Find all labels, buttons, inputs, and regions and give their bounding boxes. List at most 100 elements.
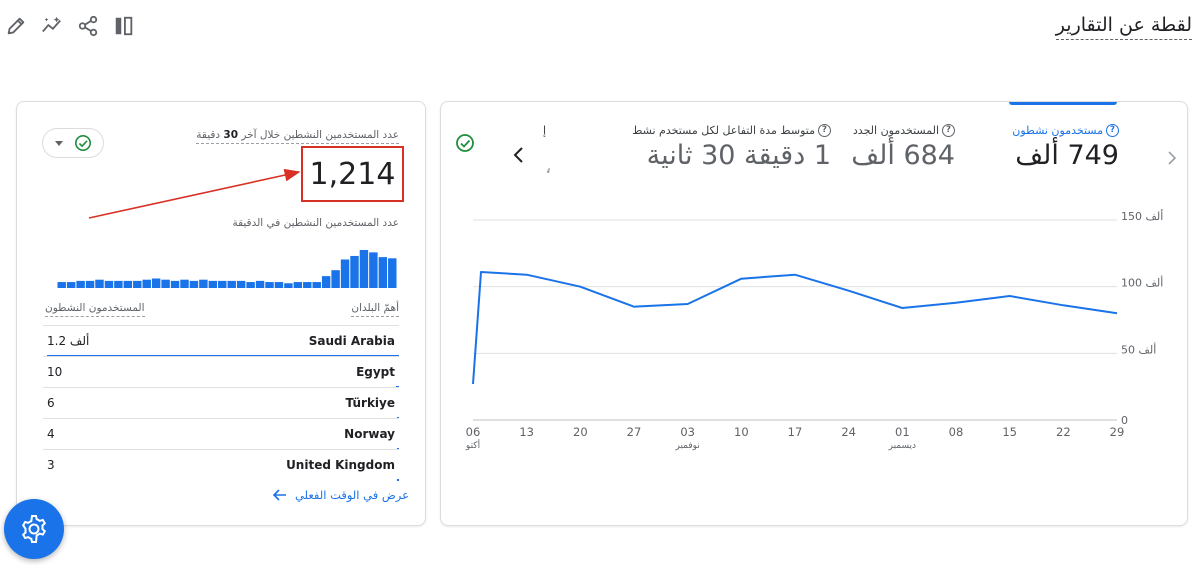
metric-value: 1 دقيقة 30 ثانية <box>646 140 831 171</box>
per-minute-bar <box>255 280 265 288</box>
annotation-arrow <box>88 168 301 219</box>
metric-new-users[interactable]: ? المستخدمون الجدد 684 ألف <box>851 124 955 171</box>
per-minute-bar <box>284 283 293 288</box>
country-row[interactable]: 6 Türkiye <box>43 387 399 419</box>
x-tick-label: 10 <box>734 425 749 439</box>
per-minute-bar <box>359 250 369 288</box>
per-minute-bar <box>312 282 321 288</box>
x-month-label: أكتو <box>465 439 480 451</box>
edit-button[interactable] <box>2 12 30 40</box>
per-minute-label: عدد المستخدمين النشطين في الدقيقة <box>232 217 399 229</box>
country-name: Egypt <box>356 365 395 379</box>
y-tick-label: 150 ألف <box>1121 209 1163 223</box>
metric-active-users[interactable]: ? مستخدمون نشطون 749 ألف <box>1012 124 1119 171</box>
x-tick-label: 27 <box>627 425 642 439</box>
series-line-active-users <box>472 271 1118 385</box>
country-active-users: 4 <box>47 427 55 441</box>
metric-engagement-time[interactable]: ? متوسط مدة التفاعل لكل مستخدم نشط 1 دقيق… <box>632 124 831 171</box>
x-tick-label: 06 <box>466 425 481 439</box>
share-icon <box>78 15 98 37</box>
per-minute-bar <box>321 276 331 288</box>
arrow-left-icon <box>272 489 286 501</box>
per-minute-bar <box>95 279 104 288</box>
realtime-label: عدد المستخدمين النشطين خلال آخر 30 دقيقة <box>196 129 399 144</box>
per-minute-bar <box>388 258 397 288</box>
chevron-right-icon <box>1168 151 1177 165</box>
per-minute-bar <box>57 282 66 288</box>
realtime-value-highlight: 1,214 <box>301 146 404 202</box>
per-minute-bar <box>85 280 95 288</box>
active-tab-indicator <box>1009 102 1117 105</box>
country-name: Norway <box>344 427 395 441</box>
per-minute-bar <box>293 282 303 288</box>
realtime-card: عدد المستخدمين النشطين خلال آخر 30 دقيقة… <box>16 101 426 526</box>
per-minute-bar <box>76 280 85 288</box>
edit-icon <box>7 17 25 35</box>
x-tick-label: 13 <box>519 425 534 439</box>
per-minute-bar <box>151 278 161 288</box>
per-minute-bar <box>218 280 227 288</box>
insights-button[interactable] <box>38 12 66 40</box>
y-tick-label: 100 ألف <box>1121 276 1163 290</box>
per-minute-bar <box>303 282 312 288</box>
per-minute-bar <box>350 255 359 288</box>
active-users-line-chart: 150 ألف100 ألف50 ألف006 13 20 27 03 10 17 24 01 0… <box>465 209 1163 451</box>
per-minute-bar <box>331 270 340 288</box>
per-minute-bar <box>114 280 123 288</box>
x-tick-label: 17 <box>788 425 803 439</box>
per-minute-bar <box>265 282 274 288</box>
per-minute-bar <box>189 280 199 288</box>
metric-value: 684 ألف <box>851 140 955 171</box>
country-row[interactable]: 10 Egypt <box>43 356 399 388</box>
realtime-value: 1,214 <box>309 156 396 192</box>
per-minute-bar <box>227 280 236 288</box>
status-dropdown[interactable] <box>42 128 104 158</box>
per-minute-bar <box>274 282 284 288</box>
help-icon[interactable]: ? <box>942 124 955 137</box>
insights-icon <box>42 16 61 33</box>
x-month-label: ديسمبر <box>888 441 916 451</box>
country-row[interactable]: 1.2 ألف Saudi Arabia <box>43 325 399 357</box>
x-month-label: نوفمبر <box>674 441 699 451</box>
scroll-left-button[interactable] <box>513 144 525 168</box>
scroll-right-button[interactable] <box>1167 146 1177 170</box>
per-minute-bar <box>236 280 246 288</box>
per-minute-bar <box>142 279 151 288</box>
x-tick-label: 20 <box>573 425 588 439</box>
settings-sparkle-icon <box>21 515 47 543</box>
country-row[interactable]: 4 Norway <box>43 418 399 450</box>
country-name: United Kingdom <box>286 458 395 472</box>
chevron-left-icon <box>513 147 523 163</box>
x-tick-label: 29 <box>1110 425 1125 439</box>
header-country: أهمّ البلدان <box>351 302 399 317</box>
per-minute-bar <box>369 252 378 288</box>
help-icon[interactable]: ? <box>818 124 831 137</box>
per-minute-bar-chart <box>57 250 397 288</box>
status-check[interactable] <box>455 133 475 157</box>
metric-value: 749 ألف <box>1015 140 1119 171</box>
per-minute-bar <box>133 280 142 288</box>
overview-card: إ ، ? متوسط مدة التفاعل لكل مستخدم نشط 1 … <box>440 101 1188 526</box>
compare-button[interactable] <box>110 12 138 40</box>
header-active-users: المستخدمون النشطون <box>45 302 145 317</box>
country-name: Türkiye <box>345 396 395 410</box>
country-share-bar <box>396 479 399 481</box>
help-icon[interactable]: ? <box>1106 124 1119 137</box>
per-minute-bar <box>246 282 255 288</box>
y-tick-label: 50 ألف <box>1121 342 1156 356</box>
metric-cut-label: إ <box>543 124 547 137</box>
per-minute-bar <box>378 257 388 288</box>
per-minute-bar <box>66 282 76 288</box>
per-minute-bar <box>180 279 189 288</box>
share-button[interactable] <box>74 12 102 40</box>
x-tick-label: 24 <box>841 425 856 439</box>
per-minute-bar <box>104 280 114 288</box>
page-title: لقطة عن التقارير <box>1055 14 1192 40</box>
insights-fab-button[interactable] <box>4 499 64 559</box>
per-minute-bar <box>340 259 350 288</box>
per-minute-bar <box>170 280 180 288</box>
x-tick-label: 15 <box>1002 425 1017 439</box>
view-realtime-link[interactable]: عرض في الوقت الفعلي <box>272 488 409 502</box>
x-tick-label: 01 <box>895 425 910 439</box>
country-row[interactable]: 3 United Kingdom <box>43 449 399 481</box>
